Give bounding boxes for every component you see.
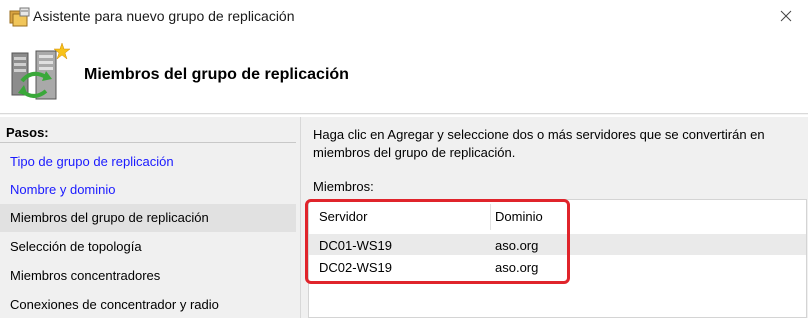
step-tipo-de-grupo[interactable]: Tipo de grupo de replicación	[0, 148, 296, 176]
replication-servers-icon	[11, 42, 71, 100]
content-pane: Haga clic en Agregar y seleccione dos o …	[300, 117, 808, 318]
server-cell: DC02-WS19	[319, 260, 392, 275]
server-cell: DC01-WS19	[319, 238, 392, 253]
close-icon[interactable]	[778, 8, 794, 24]
step-miembros-concentradores: Miembros concentradores	[10, 268, 161, 283]
table-row[interactable]: DC02-WS19 aso.org	[309, 256, 806, 277]
domain-cell: aso.org	[495, 238, 539, 253]
steps-pane: Pasos: Tipo de grupo de replicación Nomb…	[0, 117, 300, 318]
list-header: Servidor Dominio	[309, 200, 806, 234]
step-seleccion-topologia: Selección de topología	[10, 239, 142, 254]
column-header-dominio[interactable]: Dominio	[495, 209, 543, 224]
column-divider[interactable]	[490, 204, 491, 230]
replication-wizard-icon	[9, 7, 30, 27]
page-title: Miembros del grupo de replicación	[84, 66, 349, 83]
title-bar: Asistente para nuevo grupo de replicació…	[0, 0, 808, 33]
steps-heading: Pasos:	[0, 119, 296, 143]
step-conexiones: Conexiones de concentrador y radio	[10, 297, 219, 312]
step-miembros: Miembros del grupo de replicación	[0, 204, 296, 232]
members-label: Miembros:	[313, 179, 374, 194]
header-divider	[0, 113, 808, 115]
members-list[interactable]: Servidor Dominio DC01-WS19 aso.org DC02-…	[308, 199, 807, 318]
table-row[interactable]: DC01-WS19 aso.org	[309, 234, 806, 255]
domain-cell: aso.org	[495, 260, 539, 275]
wizard-header: Miembros del grupo de replicación	[0, 33, 808, 113]
window-title: Asistente para nuevo grupo de replicació…	[33, 8, 295, 24]
instructions-text: Haga clic en Agregar y seleccione dos o …	[313, 127, 765, 160]
step-nombre-y-dominio[interactable]: Nombre y dominio	[0, 176, 296, 204]
column-header-servidor[interactable]: Servidor	[319, 209, 367, 224]
